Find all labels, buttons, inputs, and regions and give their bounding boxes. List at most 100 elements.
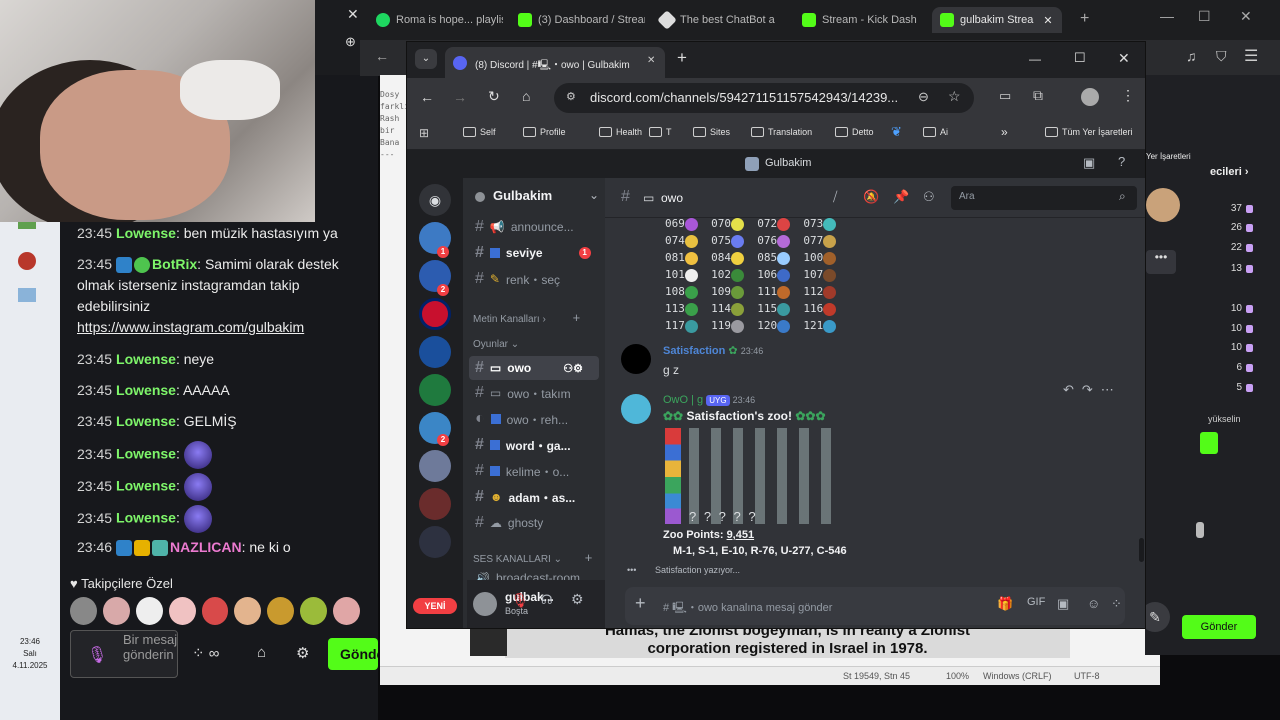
zoom-icon[interactable]: ⊖ <box>918 89 929 105</box>
bookmark-folder[interactable]: Ai <box>923 127 948 137</box>
channel-item[interactable]: # ☻ adam・as... <box>475 488 575 506</box>
settings-icon[interactable]: ⚙ <box>571 591 584 608</box>
message-user[interactable]: Lowense <box>116 413 176 429</box>
zoom-icon[interactable]: ⊕ <box>345 34 356 50</box>
menu-icon[interactable]: ☰ <box>1244 46 1258 66</box>
emote-icon[interactable] <box>135 597 163 625</box>
message-author[interactable]: Satisfaction <box>663 345 725 357</box>
bookmark-folder[interactable]: Profile <box>523 127 566 137</box>
music-icon[interactable]: ♫ <box>1186 48 1197 64</box>
gift-icon[interactable]: 🎁 <box>997 596 1013 612</box>
bookmark-folder[interactable]: Sites <box>693 127 730 137</box>
channel-item[interactable]: # ▭ owo・takım <box>475 384 571 402</box>
close-window-icon[interactable]: ✕ <box>1118 50 1130 67</box>
emoji-icon[interactable]: ☺ <box>1087 596 1100 611</box>
channel-item[interactable]: # kelime・o... <box>475 462 569 480</box>
app-icon[interactable] <box>18 252 36 270</box>
reload-icon[interactable]: ↻ <box>488 88 500 105</box>
threads-icon[interactable]: ⧸ <box>833 189 837 205</box>
category-voice[interactable]: SES KANALLARI ⌄ + <box>473 550 592 565</box>
user-avatar[interactable] <box>621 344 651 374</box>
address-bar[interactable]: ⚙ discord.com/channels/59427115115754294… <box>554 83 974 113</box>
new-badge[interactable]: YENİ <box>413 598 457 614</box>
minimize-icon[interactable]: — <box>1160 8 1174 24</box>
store-icon[interactable]: ⌂ <box>257 644 266 661</box>
chat-input[interactable]: 🎙 Bir mesaj gönderin <box>70 630 178 678</box>
site-info-icon[interactable]: ⚙ <box>566 90 576 103</box>
channel-item[interactable]: # word・ga... <box>475 436 571 454</box>
help-icon[interactable]: ? <box>1118 154 1125 169</box>
apps-icon[interactable]: ⁘ <box>1111 596 1122 612</box>
emote-icon[interactable] <box>168 597 196 625</box>
chat-scrollbar[interactable] <box>1139 538 1144 562</box>
bookmark-folder[interactable]: T <box>649 127 672 137</box>
message-author[interactable]: OwO | g <box>663 394 703 406</box>
user-avatar[interactable] <box>473 592 497 616</box>
bot-avatar[interactable] <box>621 394 651 424</box>
settings-icon[interactable]: ⚙ <box>296 644 309 662</box>
server-icon[interactable] <box>419 374 451 406</box>
scrollbar-thumb[interactable] <box>1196 522 1204 538</box>
discord-home-icon[interactable]: ◉ <box>419 184 451 216</box>
message-user[interactable]: Lowense <box>116 351 176 367</box>
inbox-icon[interactable]: ▣ <box>1083 155 1095 171</box>
more-icon[interactable]: ••• <box>1146 250 1176 274</box>
emote-icon[interactable] <box>300 597 328 625</box>
server-icon[interactable] <box>419 450 451 482</box>
close-window-icon[interactable]: ✕ <box>1240 8 1252 25</box>
message-input[interactable]: + # 🖳・owo kanalına mesaj gönder 🎁 GIF ▣ … <box>625 587 1125 625</box>
tab-search-icon[interactable]: ⌄ <box>415 49 437 69</box>
outer-tab[interactable]: (3) Dashboard / Streami <box>510 7 645 33</box>
bookmark-folder[interactable]: Translation <box>751 127 812 137</box>
infinity-icon[interactable]: ⁘ ∞ <box>192 644 219 662</box>
bookmark-folder[interactable]: Self <box>463 127 496 137</box>
message-user[interactable]: Lowense <box>116 225 176 241</box>
emote-icon[interactable] <box>234 597 262 625</box>
mic-icon[interactable]: 🎙 <box>87 645 107 665</box>
cast-icon[interactable]: ▭ <box>999 88 1011 104</box>
back-icon[interactable]: ← <box>375 48 389 64</box>
chevron-down-icon[interactable]: ⌄ <box>589 188 599 202</box>
forward-icon[interactable]: → <box>453 89 467 105</box>
app-icon[interactable] <box>18 288 36 302</box>
emote-icon[interactable] <box>267 597 295 625</box>
members-icon[interactable]: ⚇ <box>923 189 935 205</box>
category-text[interactable]: Metin Kanalları › + <box>473 310 580 325</box>
avatar[interactable] <box>1146 188 1180 222</box>
channel-item[interactable]: # ☁ ghosty <box>475 514 543 532</box>
all-bookmarks[interactable]: Tüm Yer İşaretleri <box>1045 127 1133 137</box>
maximize-icon[interactable]: ☐ <box>1074 50 1086 66</box>
message-actions[interactable]: ↶↷⋯ <box>1063 382 1122 398</box>
bookmark-folder[interactable]: Health <box>599 127 642 137</box>
server-icon[interactable] <box>419 526 451 558</box>
server-name[interactable]: Gulbakim <box>493 188 552 203</box>
server-icon[interactable] <box>419 298 451 330</box>
profile-avatar[interactable] <box>1081 88 1099 106</box>
discord-tab[interactable]: (8) Discord | #🖳・owo | Gulbakim ✕ <box>445 47 665 78</box>
back-icon[interactable]: ← <box>420 89 434 105</box>
maximize-icon[interactable]: ☐ <box>1198 8 1211 25</box>
sticker-icon[interactable]: ▣ <box>1057 596 1069 612</box>
bookmark-folder[interactable]: Detto <box>835 127 874 137</box>
emote-icon[interactable] <box>333 597 361 625</box>
channel-item-active[interactable]: # ▭ owo ⚇⚙ <box>469 356 599 380</box>
outer-tab-active[interactable]: gulbakim Strea ✕ <box>932 7 1062 33</box>
message-user[interactable]: Lowense <box>116 382 176 398</box>
star-icon[interactable]: ☆ <box>948 88 961 105</box>
pin-icon[interactable]: 📌 <box>893 189 909 205</box>
server-icon[interactable] <box>419 488 451 520</box>
close-tab-icon[interactable]: ✕ <box>647 55 655 66</box>
add-attachment-icon[interactable]: + <box>635 593 646 614</box>
close-icon[interactable]: ✕ <box>347 6 359 23</box>
server-icon[interactable] <box>419 336 451 368</box>
channel-item[interactable]: # ✎ renk・seç <box>475 270 560 288</box>
message-user[interactable]: Lowense <box>116 446 176 462</box>
outer-tab[interactable]: Roma is hope... playlist <box>368 7 503 33</box>
outer-tab[interactable]: Stream - Kick Dash <box>794 7 929 33</box>
mute-bell-icon[interactable]: 🔕 <box>863 189 879 205</box>
home-icon[interactable]: ⌂ <box>522 88 530 104</box>
add-channel-icon[interactable]: + <box>573 310 581 325</box>
extensions-icon[interactable]: ⧉ <box>1033 87 1043 104</box>
more-menu-icon[interactable]: ⋮ <box>1121 87 1135 104</box>
minimize-icon[interactable]: — <box>1029 52 1041 66</box>
